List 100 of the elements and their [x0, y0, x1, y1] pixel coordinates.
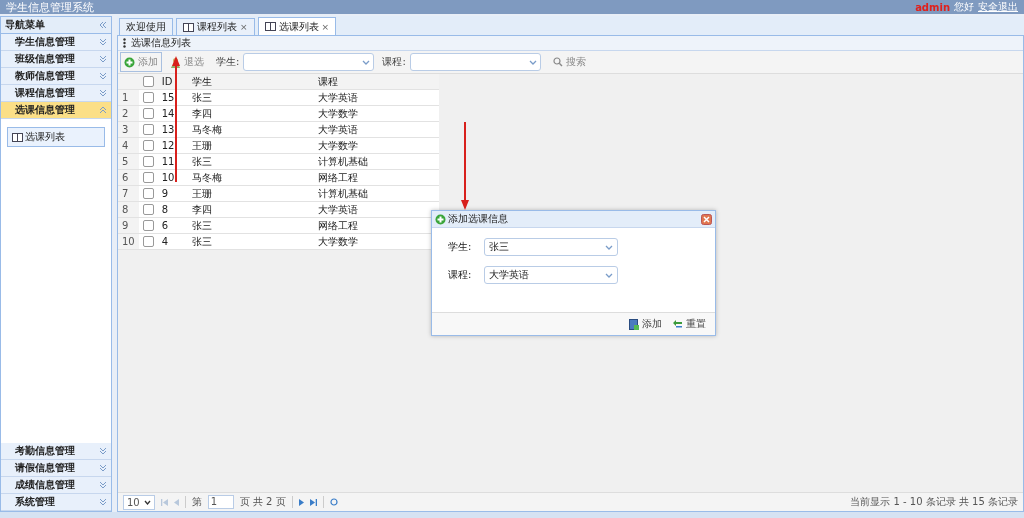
plus-icon: [435, 213, 446, 225]
menu-item[interactable]: 考勤信息管理: [1, 443, 111, 460]
table-cell: 计算机基础: [313, 153, 439, 170]
table-cell: 张三: [187, 89, 314, 106]
close-icon[interactable]: ×: [321, 21, 330, 32]
table-cell: 13: [157, 121, 188, 138]
row-checkbox[interactable]: [142, 172, 154, 184]
last-page-icon[interactable]: [309, 498, 317, 506]
close-icon[interactable]: [701, 213, 712, 225]
chevron-icon: [99, 481, 107, 489]
chevron-icon: [99, 106, 107, 114]
table-cell: 李四: [187, 201, 314, 218]
filter-label: 课程:: [382, 55, 406, 69]
filter-dropdown[interactable]: [243, 53, 375, 71]
column-header: 课程: [313, 74, 439, 90]
chevron-down-icon: [362, 59, 371, 65]
first-page-icon[interactable]: [160, 498, 168, 506]
field-label: 学生:: [448, 240, 473, 254]
next-page-icon[interactable]: [298, 498, 304, 506]
document-icon: [629, 318, 639, 330]
row-checkbox[interactable]: [142, 108, 154, 120]
book-icon: [12, 132, 23, 142]
user-name: admin: [915, 1, 950, 13]
chevron-down-icon: [143, 499, 151, 505]
table-cell: 大学英语: [313, 121, 439, 138]
tab[interactable]: 欢迎使用: [119, 18, 173, 35]
collapse-icon[interactable]: [99, 21, 107, 29]
chevron-down-icon: [605, 272, 613, 278]
row-checkbox[interactable]: [142, 236, 154, 248]
page-count-text: 页 共 2 页: [239, 495, 286, 509]
table-cell: 张三: [187, 217, 314, 234]
chevron-icon: [99, 72, 107, 80]
undo-arrow-icon: [672, 319, 683, 329]
table-cell: 王珊: [187, 137, 314, 154]
table-cell: 计算机基础: [313, 185, 439, 202]
dialog-title: 添加选课信息: [448, 212, 508, 226]
column-header: 学生: [187, 74, 314, 90]
table-cell: 8: [157, 201, 188, 218]
page-number-field[interactable]: 1: [207, 495, 234, 509]
chevron-icon: [99, 464, 107, 472]
row-checkbox[interactable]: [142, 124, 154, 136]
record-count-text: 当前显示 1 - 10 条记录 共 15 条记录: [850, 495, 1018, 509]
menu-item[interactable]: 请假信息管理: [1, 460, 111, 477]
menu-item[interactable]: 课程信息管理: [1, 85, 111, 102]
page-size-select[interactable]: 10: [123, 494, 155, 510]
submenu-item[interactable]: 选课列表: [7, 127, 105, 147]
toolbar-button[interactable]: 添加: [120, 52, 162, 72]
table-cell: 大学英语: [313, 89, 439, 106]
row-checkbox[interactable]: [142, 220, 154, 232]
row-checkbox[interactable]: [142, 204, 154, 216]
dialog-button[interactable]: 添加: [626, 315, 665, 333]
chevron-icon: [99, 447, 107, 455]
page-label: 第: [191, 495, 202, 509]
table-cell: 大学数学: [313, 137, 439, 154]
plus-icon: [124, 56, 135, 68]
row-checkbox[interactable]: [142, 140, 154, 152]
table-cell: 6: [157, 217, 188, 234]
greeting-text: 您好: [954, 0, 974, 14]
table-cell: 10: [157, 169, 188, 186]
chevron-down-icon: [605, 244, 613, 250]
row-checkbox[interactable]: [142, 188, 154, 200]
previous-page-icon[interactable]: [173, 498, 179, 506]
menu-item[interactable]: 班级信息管理: [1, 51, 111, 68]
table-cell: 4: [157, 233, 188, 250]
chevron-icon: [99, 55, 107, 63]
nav-title: 导航菜单: [5, 18, 45, 32]
table-cell: 王珊: [187, 185, 314, 202]
menu-item[interactable]: 教师信息管理: [1, 68, 111, 85]
menu-item[interactable]: 系统管理: [1, 494, 111, 511]
menu-item[interactable]: 选课信息管理: [1, 102, 111, 119]
field-label: 课程:: [448, 268, 473, 282]
menu-item[interactable]: 学生信息管理: [1, 34, 111, 51]
tab[interactable]: 选课列表 ×: [257, 17, 337, 35]
book-icon: [264, 22, 276, 31]
row-checkbox[interactable]: [142, 156, 154, 168]
tab[interactable]: 课程列表 ×: [176, 18, 255, 35]
table-cell: 马冬梅: [187, 121, 314, 138]
filter-label: 学生:: [216, 55, 240, 69]
filter-dropdown[interactable]: [409, 53, 541, 71]
close-icon[interactable]: ×: [240, 22, 248, 32]
table-cell: 李四: [187, 105, 314, 122]
dialog-button[interactable]: 重置: [669, 315, 709, 333]
table-cell: 大学数学: [313, 105, 439, 122]
chevron-icon: [99, 38, 107, 46]
drag-handle-icon: [123, 38, 126, 48]
menu-item[interactable]: 成绩信息管理: [1, 477, 111, 494]
table-cell: 9: [157, 185, 188, 202]
table-cell: 15: [157, 89, 188, 106]
row-checkbox[interactable]: [142, 92, 154, 104]
select-field[interactable]: 大学英语: [484, 266, 618, 284]
chevron-icon: [99, 498, 107, 506]
table-cell: 12: [157, 137, 188, 154]
select-field[interactable]: 张三: [484, 238, 618, 256]
table-cell: 张三: [187, 233, 314, 250]
panel-title: 选课信息列表: [131, 36, 191, 50]
refresh-icon[interactable]: [329, 498, 338, 506]
table-cell: 11: [157, 153, 188, 170]
select-all-checkbox[interactable]: [142, 76, 154, 88]
book-icon: [183, 22, 194, 32]
chevron-icon: [99, 89, 107, 97]
